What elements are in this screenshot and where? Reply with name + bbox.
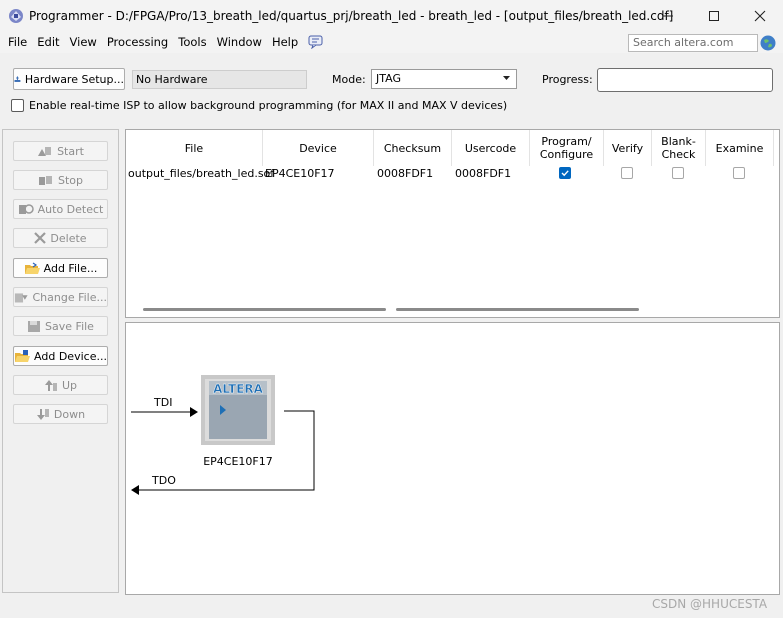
tdo-arrowhead (131, 485, 139, 495)
stop-icon (38, 176, 52, 185)
window-title: Programmer - D:/FPGA/Pro/13_breath_led/q… (29, 8, 674, 23)
delete-button[interactable]: Delete (13, 228, 108, 248)
add-device-button[interactable]: Add Device... (13, 346, 108, 366)
menu-edit[interactable]: Edit (33, 35, 65, 49)
horizontal-scrollbar-right[interactable] (396, 308, 639, 311)
close-button[interactable] (737, 0, 783, 31)
device-label: EP4CE10F17 (203, 455, 273, 468)
isp-label: Enable real-time ISP to allow background… (29, 99, 508, 112)
column-header-usercode[interactable]: Usercode (452, 130, 530, 166)
delete-label: Delete (50, 231, 87, 245)
minimize-button[interactable] (645, 0, 691, 31)
examine-checkbox[interactable] (733, 167, 745, 179)
save-icon (28, 320, 41, 332)
auto-detect-label: Auto Detect (37, 202, 104, 216)
menu-processing[interactable]: Processing (103, 35, 174, 49)
minimize-icon (663, 15, 673, 16)
maximize-icon (709, 10, 719, 21)
isp-checkbox[interactable] (11, 99, 24, 112)
row-checksum[interactable]: 0008FDF1 (377, 167, 433, 180)
menu-tools[interactable]: Tools (174, 35, 212, 49)
add-file-label: Add File... (43, 261, 98, 275)
change-file-label: Change File... (32, 290, 107, 304)
column-header-verify[interactable]: Verify (604, 130, 652, 166)
help-bubble-icon[interactable] (308, 35, 324, 49)
column-header-device[interactable]: Device (263, 130, 374, 166)
column-header-file[interactable]: File (126, 130, 263, 166)
menu-view[interactable]: View (66, 35, 103, 49)
mode-value: JTAG (376, 72, 401, 85)
mode-label: Mode: (332, 73, 366, 86)
down-label: Down (53, 407, 86, 421)
blank-check-checkbox[interactable] (672, 167, 684, 179)
device-table: File Device Checksum Usercode Program/ C… (125, 129, 780, 318)
hardware-field: No Hardware (132, 70, 307, 89)
hardware-icon (14, 76, 21, 82)
tdi-label: TDI (153, 396, 172, 409)
program-configure-checkbox[interactable] (559, 167, 571, 179)
add-device-icon (15, 349, 31, 362)
title-bar: Programmer - D:/FPGA/Pro/13_breath_led/q… (0, 0, 783, 31)
jtag-chain-panel: TDI TDO ALTERA EP4CE10F17 (125, 322, 780, 595)
hardware-setup-label: Hardware Setup... (24, 72, 124, 86)
altera-logo: ALTERA (213, 382, 264, 396)
auto-detect-icon (18, 204, 34, 214)
arrow-down-icon (36, 408, 49, 420)
add-device-label: Add Device... (34, 349, 107, 363)
globe-icon[interactable] (760, 35, 776, 51)
jtag-chain-diagram: TDI TDO ALTERA EP4CE10F17 (131, 375, 315, 495)
save-file-label: Save File (45, 319, 94, 333)
hardware-setup-button[interactable]: Hardware Setup... (13, 68, 125, 90)
row-file[interactable]: output_files/breath_led.sof (128, 167, 274, 180)
arrow-up-icon (44, 379, 57, 391)
stop-button[interactable]: Stop (13, 170, 108, 190)
folder-open-icon (24, 262, 40, 274)
row-usercode[interactable]: 0008FDF1 (455, 167, 511, 180)
column-header-blank-check[interactable]: Blank- Check (652, 130, 706, 166)
close-icon (754, 10, 766, 21)
add-file-button[interactable]: Add File... (13, 258, 108, 278)
change-file-icon (14, 292, 28, 302)
progress-label: Progress: (542, 73, 593, 86)
auto-detect-button[interactable]: Auto Detect (13, 199, 108, 219)
horizontal-scrollbar-left[interactable] (143, 308, 386, 311)
progress-bar (597, 68, 773, 92)
tdi-arrowhead (190, 407, 198, 417)
mode-select[interactable]: JTAG (371, 69, 517, 89)
save-file-button[interactable]: Save File (13, 316, 108, 336)
verify-checkbox[interactable] (621, 167, 633, 179)
maximize-button[interactable] (691, 0, 737, 31)
watermark: CSDN @HHUCESTA (652, 597, 768, 611)
menu-window[interactable]: Window (213, 35, 268, 49)
menu-help[interactable]: Help (268, 35, 304, 49)
row-device[interactable]: EP4CE10F17 (265, 167, 335, 180)
chevron-down-icon (503, 76, 510, 80)
start-icon (38, 147, 52, 156)
up-label: Up (61, 378, 78, 392)
start-button[interactable]: Start (13, 141, 108, 161)
checkmark-icon (561, 170, 569, 177)
column-header-examine[interactable]: Examine (706, 130, 774, 166)
column-header-program-configure[interactable]: Program/ Configure (530, 130, 604, 166)
down-button[interactable]: Down (13, 404, 108, 424)
programmer-app-icon (9, 8, 23, 23)
tdo-label: TDO (151, 474, 176, 487)
menu-file[interactable]: File (4, 35, 33, 49)
change-file-button[interactable]: Change File... (13, 287, 108, 307)
fpga-chip[interactable]: ALTERA (201, 375, 275, 445)
column-header-checksum[interactable]: Checksum (374, 130, 452, 166)
up-button[interactable]: Up (13, 375, 108, 395)
start-label: Start (57, 144, 84, 158)
delete-icon (34, 232, 47, 244)
stop-label: Stop (57, 173, 83, 187)
search-input[interactable]: Search altera.com (628, 34, 758, 52)
